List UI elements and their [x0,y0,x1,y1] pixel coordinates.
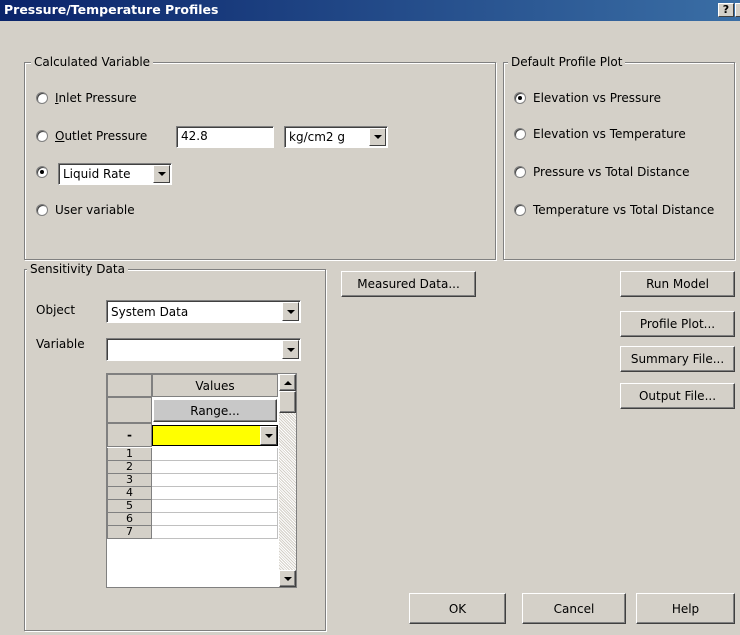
plot-option-radio-dot[interactable] [514,128,526,140]
grid-value-cell[interactable] [152,500,278,513]
calculated-variable-legend: Calculated Variable [31,55,154,69]
chevron-down-icon [286,309,295,314]
liquid-rate-radio-dot[interactable] [36,166,48,178]
window-title: Pressure/Temperature Profiles [4,2,219,17]
grid-value-cell[interactable] [152,474,278,487]
chevron-down-icon [283,576,292,581]
variable-select[interactable] [106,338,301,361]
chevron-down-icon [286,347,295,352]
chevron-down-icon [157,172,166,176]
sensitivity-data-legend: Sensitivity Data [27,262,128,276]
run-model-button[interactable]: Run Model [620,271,735,297]
inlet-pressure-radio[interactable]: Inlet Pressure [36,91,137,105]
plot-option-label: Temperature vs Total Distance [533,203,715,217]
user-variable-label: User variable [55,203,135,217]
grid-value-cell[interactable] [152,526,278,539]
plot-option-label: Pressure vs Total Distance [533,165,690,179]
object-dropdown-button[interactable] [282,302,299,321]
liquid-rate-select[interactable]: Liquid Rate [58,163,172,185]
object-select-value: System Data [111,304,189,319]
grid-row-number: 7 [107,526,152,539]
plot-option-radio-dot[interactable] [514,166,526,178]
cancel-button[interactable]: Cancel [522,593,626,624]
chevron-down-icon [264,433,273,438]
grid-range-row-header [107,397,152,423]
liquid-rate-value: Liquid Rate [63,167,131,181]
plot-option-label: Elevation vs Temperature [533,127,686,141]
object-select[interactable]: System Data [106,300,301,323]
chevron-up-icon [283,380,292,385]
unit-dropdown-button[interactable] [369,128,386,146]
grid-values-header: Values [152,374,278,397]
variable-label: Variable [36,337,85,351]
outlet-pressure-radio[interactable]: Outlet Pressure [36,129,147,143]
liquid-rate-radio[interactable] [36,166,55,178]
outlet-pressure-unit-select[interactable]: kg/cm2 g [284,126,388,148]
outlet-pressure-unit-value: kg/cm2 g [289,130,345,144]
plot-option-elevation-pressure[interactable]: Elevation vs Pressure [514,91,661,105]
ok-button[interactable]: OK [409,593,506,624]
liquid-rate-dropdown-button[interactable] [153,165,170,183]
grid-value-cell[interactable] [152,487,278,500]
outlet-pressure-label: utlet Pressure [64,129,148,143]
plot-option-temperature-distance[interactable]: Temperature vs Total Distance [514,203,714,217]
grid-value-cell[interactable] [152,448,278,461]
plot-option-radio-dot[interactable] [514,204,526,216]
plot-option-radio-dot[interactable] [514,92,526,104]
grid-value-cell[interactable] [152,461,278,474]
plot-option-label: Elevation vs Pressure [533,91,661,105]
user-variable-radio[interactable]: User variable [36,203,135,217]
scroll-down-button[interactable] [279,570,296,587]
output-file-button[interactable]: Output File... [620,383,735,409]
scroll-thumb[interactable] [279,391,296,413]
help-button[interactable]: Help [636,593,735,624]
grid-highlighted-cell[interactable] [152,425,278,446]
scroll-up-button[interactable] [279,374,296,391]
grid-cell-dropdown-button[interactable] [260,426,277,445]
user-variable-radio-dot[interactable] [36,204,48,216]
chevron-down-icon [373,135,382,139]
plot-option-pressure-distance[interactable]: Pressure vs Total Distance [514,165,690,179]
close-icon[interactable] [735,3,740,17]
range-button[interactable]: Range... [153,399,277,422]
outlet-pressure-radio-dot[interactable] [36,130,48,142]
profile-plot-button[interactable]: Profile Plot... [620,311,735,337]
grid-corner-cell [107,374,152,397]
grid-dash-row-header: - [107,423,152,447]
inlet-pressure-label: nlet Pressure [58,91,137,105]
inlet-pressure-radio-dot[interactable] [36,92,48,104]
default-profile-plot-legend: Default Profile Plot [508,55,626,69]
summary-file-button[interactable]: Summary File... [620,346,735,372]
title-bar: Pressure/Temperature Profiles ? [0,0,740,21]
outlet-pressure-input[interactable]: 42.8 [176,126,274,148]
grid-value-cell[interactable] [152,513,278,526]
help-title-button[interactable]: ? [718,3,734,17]
object-label: Object [36,303,76,317]
plot-option-elevation-temperature[interactable]: Elevation vs Temperature [514,127,686,141]
measured-data-button[interactable]: Measured Data... [341,271,476,297]
variable-dropdown-button[interactable] [282,340,299,359]
